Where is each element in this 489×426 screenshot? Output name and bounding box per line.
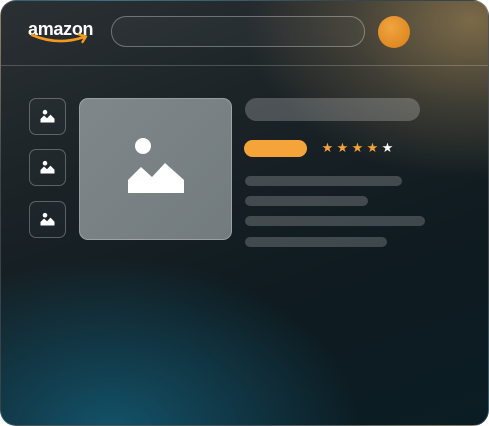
thumbnail-1[interactable]: [29, 98, 66, 135]
description-line: [245, 176, 402, 186]
image-icon: [40, 160, 55, 174]
search-input[interactable]: [111, 16, 365, 47]
star-icon: ★: [366, 141, 379, 156]
product-page-window: amazon ★ ★ ★ ★ ★: [0, 0, 489, 426]
star-icon: ★: [336, 141, 349, 156]
star-icon: ★: [351, 141, 364, 156]
price-placeholder: [244, 140, 307, 157]
amazon-logo[interactable]: amazon: [28, 19, 94, 45]
image-icon: [128, 138, 184, 193]
description-line: [245, 216, 425, 226]
description-line: [245, 237, 387, 247]
product-title-placeholder: [245, 98, 420, 121]
thumbnail-3[interactable]: [29, 201, 66, 238]
star-icon: ★: [381, 141, 394, 156]
description-line: [245, 196, 368, 206]
image-icon: [40, 109, 55, 123]
header-divider: [1, 65, 488, 66]
star-rating: ★ ★ ★ ★ ★: [321, 141, 394, 157]
main-product-image[interactable]: [79, 98, 232, 240]
star-icon: ★: [321, 141, 334, 156]
smile-arrow-icon: [30, 33, 88, 44]
thumbnail-2[interactable]: [29, 149, 66, 186]
avatar[interactable]: [378, 16, 410, 48]
image-icon: [40, 212, 55, 226]
